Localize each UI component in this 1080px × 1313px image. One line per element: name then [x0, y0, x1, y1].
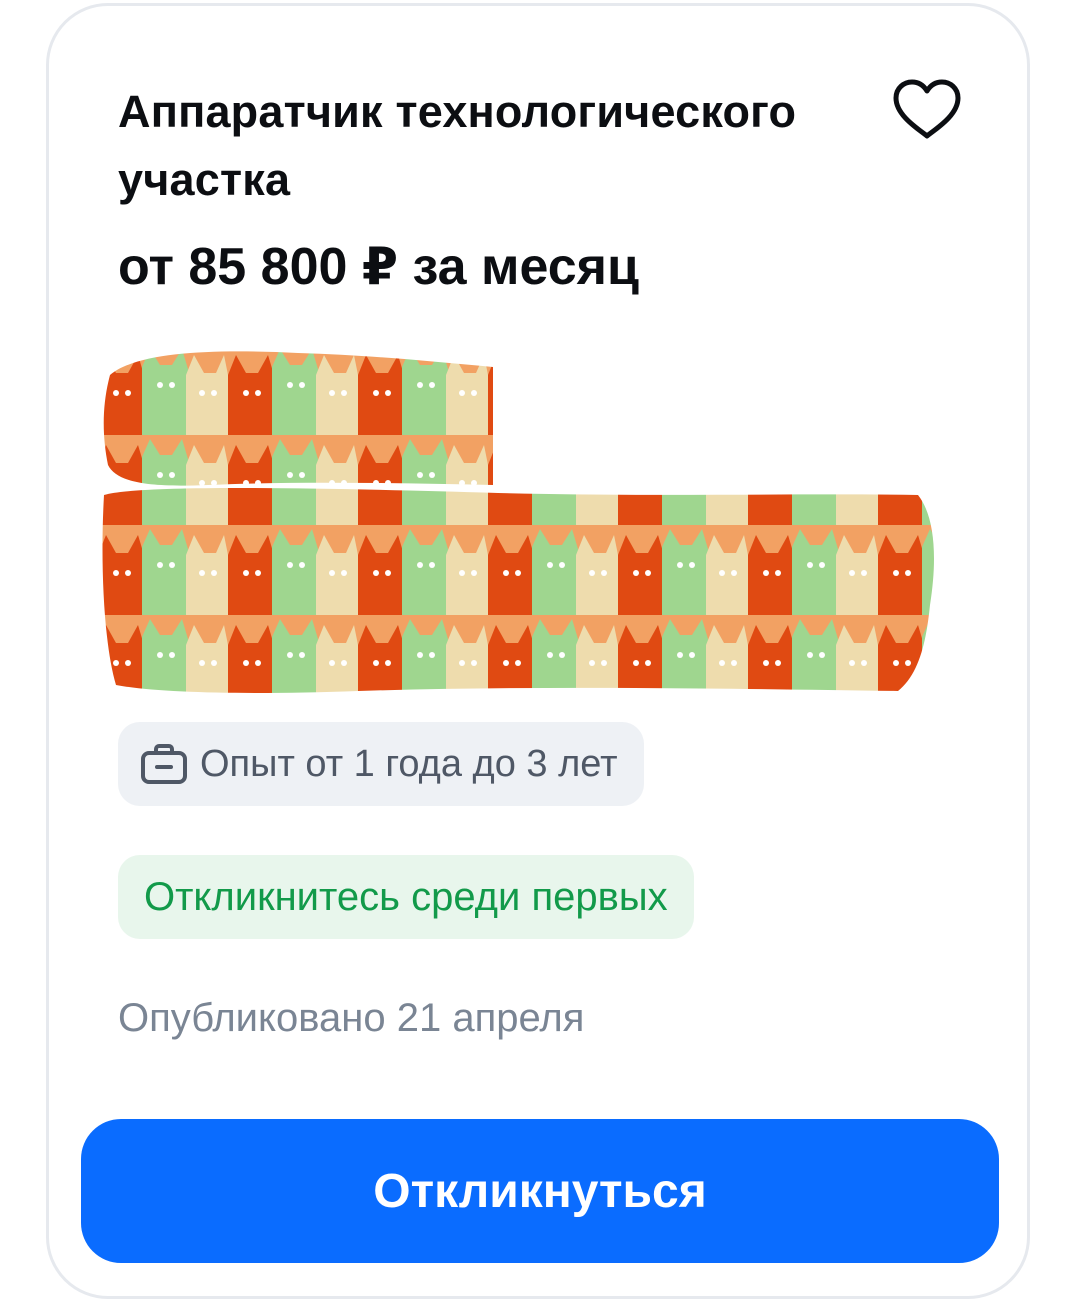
salary: от 85 800 ₽ за месяц [118, 238, 639, 296]
redacted-company-info [102, 351, 934, 693]
respond-early-label: Откликнитесь среди первых [144, 874, 668, 919]
experience-label: Опыт от 1 года до 3 лет [200, 742, 618, 785]
vacancy-title[interactable]: Аппаратчик технологического участка [118, 78, 818, 214]
respond-button[interactable]: Откликнуться [81, 1119, 999, 1263]
respond-early-badge: Откликнитесь среди первых [118, 855, 694, 939]
experience-chip: Опыт от 1 года до 3 лет [118, 722, 644, 806]
heart-outline-icon [893, 79, 961, 139]
published-date: Опубликовано 21 апреля [118, 996, 585, 1040]
briefcase-icon [141, 744, 187, 784]
favorite-button[interactable] [884, 74, 970, 146]
